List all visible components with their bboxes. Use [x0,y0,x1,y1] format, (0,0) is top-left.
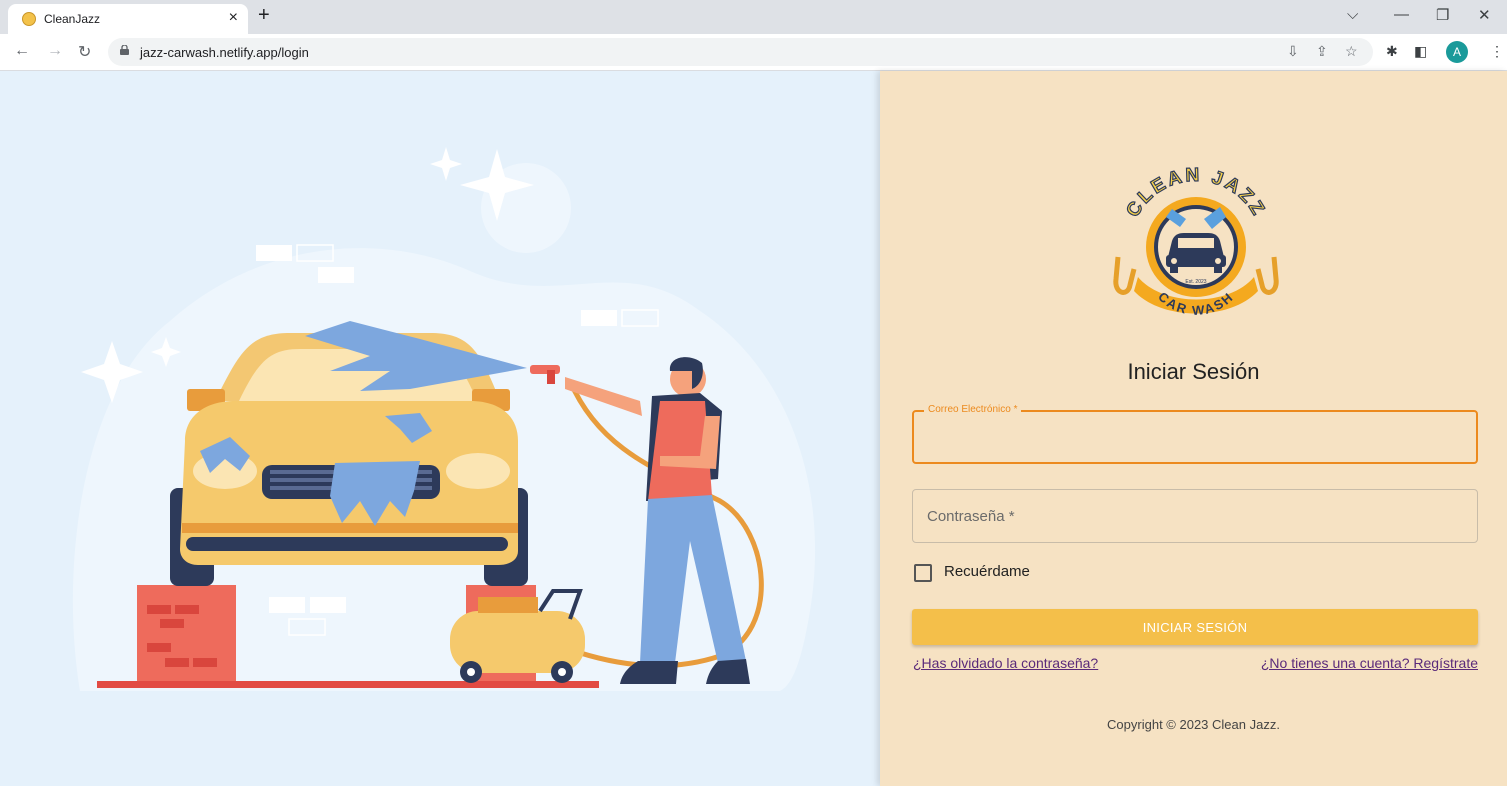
new-tab-icon[interactable]: + [258,4,270,27]
copyright-text: Copyright © 2023 Clean Jazz. [1107,717,1280,732]
share-icon[interactable]: ⇪ [1316,43,1328,60]
logo-established-text: Est. 2023 [1185,279,1206,285]
login-button[interactable]: INICIAR SESIÓN [912,609,1478,645]
forward-arrow-icon[interactable]: → [47,42,63,60]
login-panel: Est. 2023 CAR WASH CLEAN JAZZ Iniciar Se… [880,71,1507,786]
browser-tab-bar: CleanJazz × + ⌵ — ❐ ✕ [0,0,1507,34]
password-field[interactable] [912,489,1478,543]
close-window-icon[interactable]: ✕ [1478,6,1491,24]
reload-icon[interactable]: ↻ [78,42,91,62]
tab-title: CleanJazz [44,12,101,26]
page-title: Iniciar Sesión [1127,359,1260,384]
clean-jazz-logo: Est. 2023 CAR WASH CLEAN JAZZ [1113,164,1279,318]
car-wash-illustration [72,147,816,691]
minimize-icon[interactable]: — [1394,6,1409,23]
register-link[interactable]: ¿No tienes una cuenta? Regístrate [1261,655,1478,671]
extensions-puzzle-icon[interactable]: ✱ [1386,43,1398,60]
menu-kebab-icon[interactable]: ⋮ [1490,43,1504,60]
illustration-panel [0,71,880,786]
side-panel-icon[interactable]: ◧ [1414,43,1427,60]
email-field[interactable]: Correo Electrónico * [912,404,1478,464]
install-app-icon[interactable]: ⇩ [1287,43,1299,60]
remember-checkbox[interactable] [914,564,932,582]
remember-label[interactable]: Recuérdame [944,563,1030,580]
password-input[interactable] [913,490,1477,542]
lock-icon [120,45,129,55]
restore-icon[interactable]: ❐ [1436,6,1449,24]
browser-toolbar: ← → ↻ jazz-carwash.netlify.app/login ⇩ ⇪… [0,34,1507,71]
address-bar[interactable]: jazz-carwash.netlify.app/login [108,38,1373,66]
back-arrow-icon[interactable]: ← [14,42,30,60]
forgot-password-link[interactable]: ¿Has olvidado la contraseña? [913,655,1098,671]
email-input[interactable] [914,412,1476,462]
site-favicon-icon [22,12,36,26]
url-text: jazz-carwash.netlify.app/login [140,45,309,60]
browser-tab[interactable]: CleanJazz × [8,4,248,34]
bookmark-star-icon[interactable]: ☆ [1345,43,1358,60]
email-label: Correo Electrónico * [924,404,1022,415]
tab-search-chevron-icon[interactable]: ⌵ [1347,6,1358,23]
profile-avatar[interactable]: A [1446,41,1468,63]
tab-close-icon[interactable]: × [229,9,238,27]
